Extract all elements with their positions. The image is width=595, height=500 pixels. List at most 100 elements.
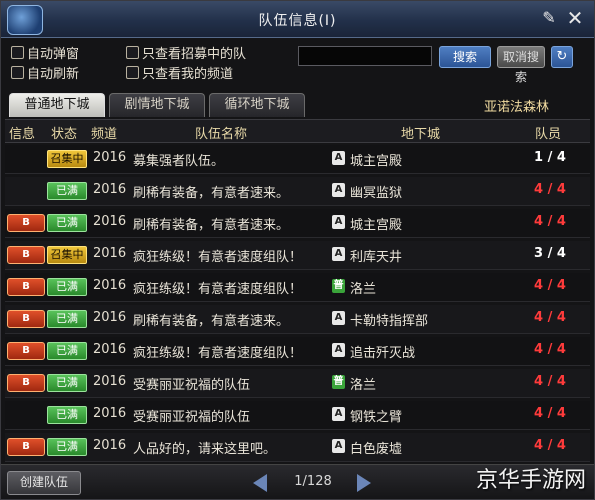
channel-cell: 2016 <box>93 438 127 453</box>
status-badge: 已满 <box>47 374 87 392</box>
title-bar[interactable]: 队伍信息(I) ✎ ✕ <box>1 1 594 38</box>
auto-popup-checkbox[interactable]: 自动弹窗 <box>11 43 79 62</box>
members-cell: 4 / 4 <box>534 342 566 357</box>
dungeon-cell: 利库天井 <box>350 250 403 265</box>
create-team-button[interactable]: 创建队伍 <box>7 471 81 495</box>
refresh-icon[interactable]: ↻ <box>551 46 573 68</box>
dungeon-difficulty-icon: A <box>332 439 345 453</box>
bonus-badge-icon: B <box>7 374 45 392</box>
channel-cell: 2016 <box>93 182 127 197</box>
search-input[interactable] <box>298 46 432 66</box>
channel-cell: 2016 <box>93 150 127 165</box>
dungeon-cell: 白色废墟 <box>350 442 403 457</box>
party-info-window: 队伍信息(I) ✎ ✕ 自动弹窗 自动刷新 只查看招募中的队 只查看我的频道 搜… <box>0 0 595 500</box>
dungeon-difficulty-icon: A <box>332 247 345 261</box>
checkbox-icon <box>11 46 24 59</box>
search-button[interactable]: 搜索 <box>439 46 491 68</box>
members-cell: 4 / 4 <box>534 182 566 197</box>
dungeon-difficulty-icon: A <box>332 343 345 357</box>
dungeon-cell: 幽冥监狱 <box>350 186 403 201</box>
dungeon-difficulty-icon: A <box>332 215 345 229</box>
only-recruiting-checkbox[interactable]: 只查看招募中的队 <box>126 43 246 62</box>
page-indicator: 1/128 <box>294 474 332 489</box>
close-icon[interactable]: ✕ <box>564 7 586 29</box>
status-badge: 已满 <box>47 406 87 424</box>
header-dungeon: 地下城 <box>401 127 441 142</box>
status-badge: 已满 <box>47 438 87 456</box>
members-cell: 4 / 4 <box>534 214 566 229</box>
channel-cell: 2016 <box>93 278 127 293</box>
bonus-badge-icon: B <box>7 342 45 360</box>
table-row[interactable]: B 召集中 2016 疯狂练级！有意者速度组队！ A 利库天井 3 / 4 <box>5 241 590 270</box>
window-title: 队伍信息(I) <box>258 13 337 29</box>
channel-cell: 2016 <box>93 310 127 325</box>
team-name-cell: 刷稀有装备，有意者速来。 <box>133 218 290 233</box>
dungeon-difficulty-icon: A <box>332 407 345 421</box>
channel-cell: 2016 <box>93 406 127 421</box>
table-row[interactable]: 召集中 2016 募集强者队伍。 A 城主宫殿 1 / 4 <box>5 145 590 174</box>
table-row[interactable]: 已满 2016 受赛丽亚祝福的队伍 A 钢铁之臂 4 / 4 <box>5 401 590 430</box>
bonus-badge-icon: B <box>7 310 45 328</box>
dungeon-cell: 卡勒特指挥部 <box>350 314 429 329</box>
dungeon-cell: 城主宫殿 <box>350 218 403 233</box>
team-name-cell: 疯狂练级！有意者速度组队！ <box>133 250 303 265</box>
table-row[interactable]: B 已满 2016 刷稀有装备，有意者速来。 A 城主宫殿 4 / 4 <box>5 209 590 238</box>
bonus-badge-icon: B <box>7 278 45 296</box>
dungeon-difficulty-icon: A <box>332 311 345 325</box>
checkbox-icon <box>126 46 139 59</box>
members-cell: 4 / 4 <box>534 406 566 421</box>
dungeon-cell: 追击歼灭战 <box>350 346 416 361</box>
tab-story-dungeon[interactable]: 剧情地下城 <box>109 93 205 117</box>
status-badge: 已满 <box>47 214 87 232</box>
filter-options: 自动弹窗 自动刷新 只查看招募中的队 只查看我的频道 <box>11 43 301 83</box>
channel-cell: 2016 <box>93 374 127 389</box>
bonus-badge-icon: B <box>7 246 45 264</box>
channel-cell: 2016 <box>93 214 127 229</box>
table-row[interactable]: B 已满 2016 疯狂练级！有意者速度组队！ 普洛兰 4 / 4 <box>5 273 590 302</box>
dungeon-tabs: 普通地下城 剧情地下城 循环地下城 亚诺法森林 <box>9 93 589 117</box>
table-header: 信息 状态 频道 队伍名称 地下城 队员 <box>5 119 590 143</box>
status-badge: 召集中 <box>47 150 87 168</box>
bonus-badge-icon: B <box>7 438 45 456</box>
table-row[interactable]: 已满 2016 刷稀有装备，有意者速来。 A 幽冥监狱 4 / 4 <box>5 177 590 206</box>
auto-refresh-checkbox[interactable]: 自动刷新 <box>11 63 79 82</box>
table-row[interactable]: B 已满 2016 受赛丽亚祝福的队伍 普洛兰 4 / 4 <box>5 369 590 398</box>
members-cell: 4 / 4 <box>534 278 566 293</box>
pin-icon[interactable]: ✎ <box>538 7 560 29</box>
status-badge: 已满 <box>47 278 87 296</box>
dungeon-difficulty-icon: 普 <box>332 375 345 389</box>
tab-loop-dungeon[interactable]: 循环地下城 <box>209 93 305 117</box>
table-row[interactable]: B 已满 2016 人品好的，请来这里吧。 A 白色废墟 4 / 4 <box>5 433 590 462</box>
members-cell: 4 / 4 <box>534 374 566 389</box>
team-name-cell: 受赛丽亚祝福的队伍 <box>133 410 251 425</box>
status-badge: 召集中 <box>47 246 87 264</box>
table-row[interactable]: B 已满 2016 刷稀有装备，有意者速来。 A 卡勒特指挥部 4 / 4 <box>5 305 590 334</box>
header-team-name: 队伍名称 <box>195 127 248 142</box>
tab-normal-dungeon[interactable]: 普通地下城 <box>9 93 105 117</box>
only-my-channel-checkbox[interactable]: 只查看我的频道 <box>126 63 233 82</box>
team-name-cell: 刷稀有装备，有意者速来。 <box>133 186 290 201</box>
team-name-cell: 疯狂练级！有意者速度组队！ <box>133 346 303 361</box>
dungeon-cell: 洛兰 <box>350 282 377 297</box>
header-channel: 频道 <box>91 127 118 142</box>
team-name-cell: 受赛丽亚祝福的队伍 <box>133 378 251 393</box>
prev-page-icon[interactable] <box>253 474 267 492</box>
channel-cell: 2016 <box>93 342 127 357</box>
status-badge: 已满 <box>47 342 87 360</box>
team-name-cell: 疯狂练级！有意者速度组队！ <box>133 282 303 297</box>
checkbox-icon <box>11 66 24 79</box>
dungeon-cell: 钢铁之臂 <box>350 410 403 425</box>
dungeon-difficulty-icon: 普 <box>332 279 345 293</box>
next-page-icon[interactable] <box>357 474 371 492</box>
dungeon-difficulty-icon: A <box>332 151 345 165</box>
members-cell: 3 / 4 <box>534 246 566 261</box>
header-info: 信息 <box>9 127 36 142</box>
status-badge: 已满 <box>47 310 87 328</box>
region-label: 亚诺法森林 <box>483 100 549 115</box>
header-members: 队员 <box>535 127 562 142</box>
watermark: 京华手游网 <box>475 468 586 493</box>
cancel-search-button[interactable]: 取消搜索 <box>497 46 545 84</box>
team-name-cell: 募集强者队伍。 <box>133 154 225 169</box>
team-name-cell: 人品好的，请来这里吧。 <box>133 442 277 457</box>
table-row[interactable]: B 已满 2016 疯狂练级！有意者速度组队！ A 追击歼灭战 4 / 4 <box>5 337 590 366</box>
